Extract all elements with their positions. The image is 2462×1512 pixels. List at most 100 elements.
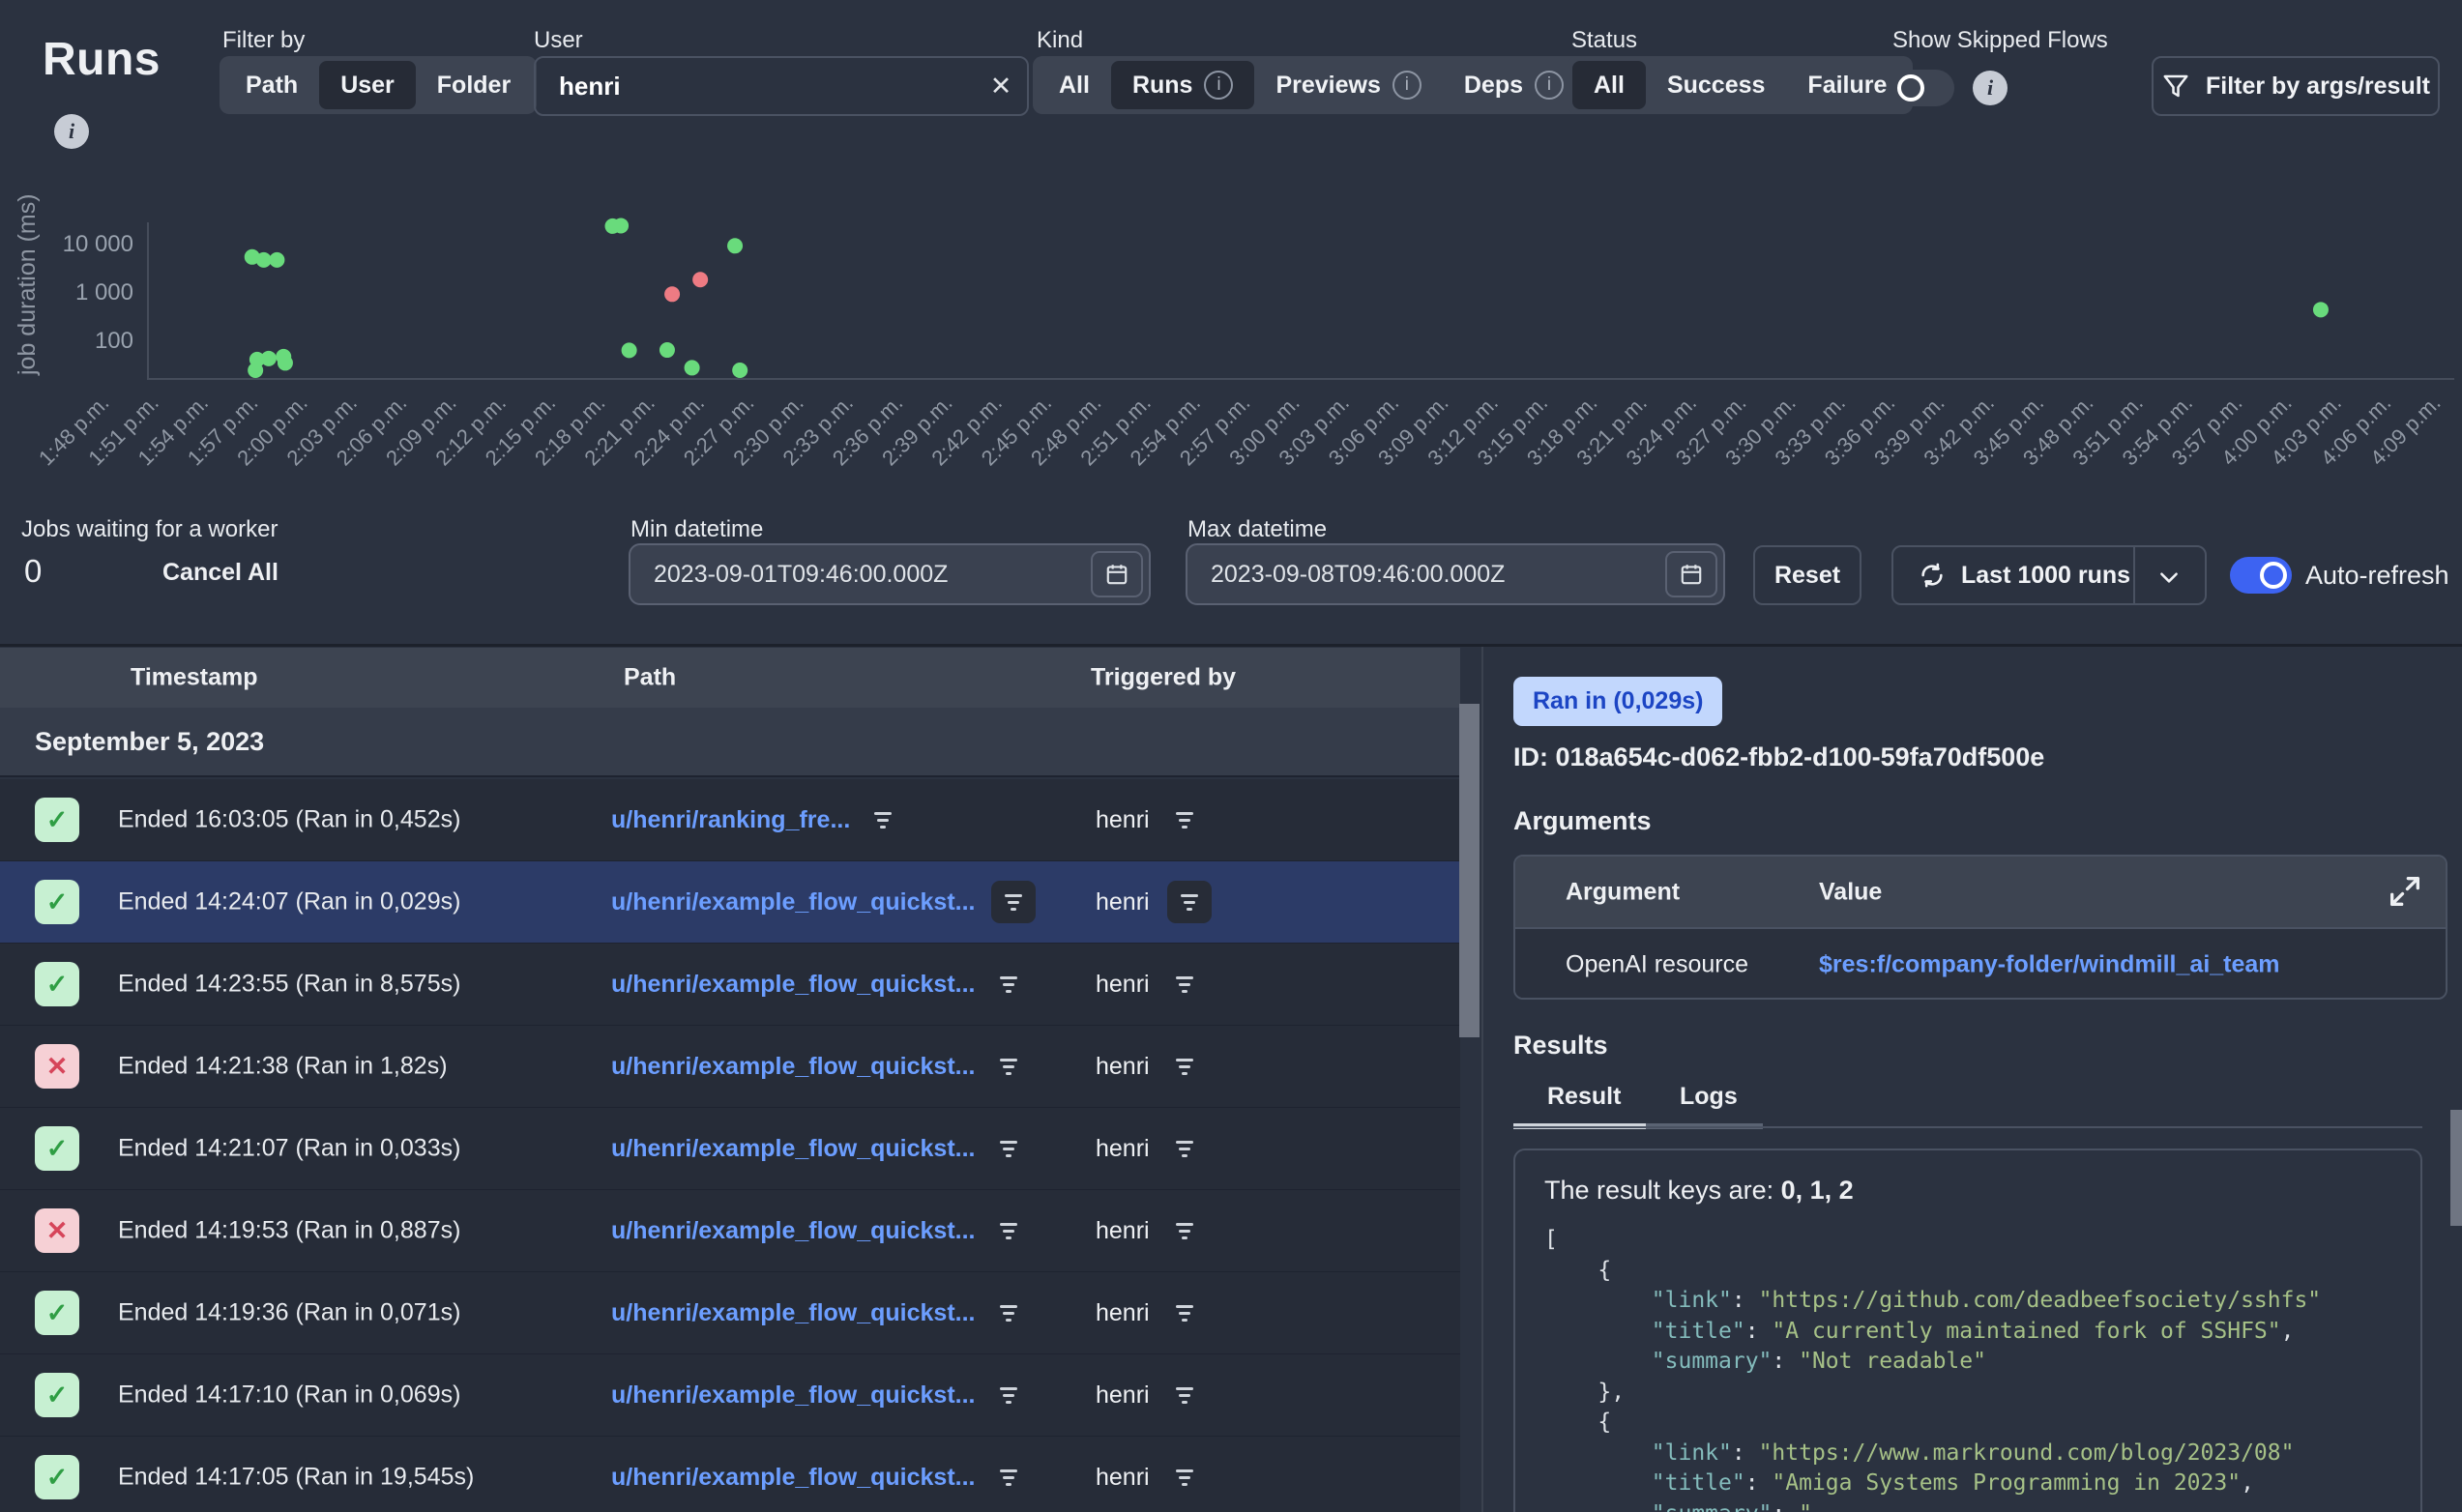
run-path-link[interactable]: u/henri/example_flow_quickst... [611, 1135, 976, 1163]
failure-run-dot[interactable] [692, 272, 708, 287]
filter-icon[interactable] [865, 802, 900, 837]
arguments-table: Argument Value OpenAI resource $res:f/co… [1513, 855, 2447, 1000]
calendar-icon [1679, 562, 1704, 587]
success-run-dot[interactable] [727, 238, 743, 253]
failure-icon: ✕ [35, 1044, 79, 1089]
table-row[interactable]: ✓Ended 14:17:05 (Ran in 19,545s)u/henri/… [0, 1437, 1460, 1512]
calendar-button[interactable] [1091, 551, 1143, 597]
filter-icon[interactable] [991, 1131, 1026, 1166]
last-runs-button[interactable]: Last 1000 runs [1891, 545, 2207, 605]
success-run-dot[interactable] [659, 342, 675, 358]
run-path-link[interactable]: u/henri/example_flow_quickst... [611, 1299, 976, 1327]
json-line: "title": "A currently maintained fork of… [1544, 1317, 2420, 1348]
filter-icon[interactable] [991, 1213, 1026, 1248]
table-row[interactable]: ✓Ended 14:19:36 (Ran in 0,071s)u/henri/e… [0, 1272, 1460, 1354]
json-line: "link": "https://github.com/deadbeefsoci… [1544, 1286, 2420, 1317]
run-path-link[interactable]: u/henri/example_flow_quickst... [611, 1217, 976, 1245]
filter-icon[interactable] [1167, 1213, 1202, 1248]
filter-icon[interactable] [991, 1049, 1026, 1084]
tab-logs[interactable]: Logs [1680, 1083, 1738, 1111]
value-col: Value [1819, 878, 1882, 906]
date-group-row: September 5, 2023 [0, 708, 1460, 777]
filter-icon[interactable] [991, 1460, 1026, 1495]
run-path-link[interactable]: u/henri/example_flow_quickst... [611, 1464, 976, 1492]
filter-icon[interactable] [991, 1378, 1026, 1412]
filter-icon[interactable] [1167, 1460, 1202, 1495]
run-timestamp: Ended 14:24:07 (Ran in 0,029s) [118, 888, 460, 916]
panel-scrollbar[interactable] [2450, 1110, 2462, 1226]
y-axis-label: job duration (ms) [14, 193, 41, 376]
success-icon: ✓ [35, 1373, 79, 1417]
max-datetime-box [1186, 543, 1725, 605]
expand-icon[interactable] [2386, 872, 2424, 911]
table-row[interactable]: ✓Ended 14:23:55 (Ran in 8,575s)u/henri/e… [0, 944, 1460, 1026]
run-path-link[interactable]: u/henri/example_flow_quickst... [611, 1053, 976, 1081]
run-timestamp: Ended 14:23:55 (Ran in 8,575s) [118, 971, 460, 999]
table-row[interactable]: ✓ Ended 14:24:07 (Ran in 0,029s) u/henri/e… [0, 861, 1460, 944]
job-duration-chart: job duration (ms)1001 00010 0001:48 p.m.… [0, 0, 2462, 541]
table-row[interactable]: ✓Ended 14:21:07 (Ran in 0,033s)u/henri/e… [0, 1108, 1460, 1190]
success-run-dot[interactable] [622, 342, 637, 358]
success-run-dot[interactable] [685, 360, 700, 375]
json-line: { [1544, 1408, 2420, 1439]
table-row[interactable]: ✓ Ended 14:17:10 (Ran in 0,069s) u/henri/e… [0, 1354, 1460, 1437]
table-row[interactable]: ✓Ended 16:03:05 (Ran in 0,452s)u/henri/r… [0, 779, 1460, 861]
filter-icon[interactable] [1167, 802, 1202, 837]
cancel-all-button[interactable]: Cancel All [162, 559, 278, 587]
auto-refresh-toggle[interactable] [2230, 557, 2292, 594]
divider [0, 644, 2462, 647]
success-run-dot[interactable] [261, 351, 277, 366]
success-icon: ✓ [35, 880, 79, 924]
triggered-by-user: henri [1096, 1135, 1150, 1163]
success-run-dot[interactable] [613, 218, 629, 233]
argument-row: OpenAI resource $res:f/company-folder/wi… [1515, 929, 2446, 1000]
success-icon: ✓ [35, 1126, 79, 1171]
success-run-dot[interactable] [2313, 302, 2329, 317]
filter-icon[interactable] [1167, 1049, 1202, 1084]
col-timestamp: Timestamp [131, 664, 258, 692]
run-path-link[interactable]: u/henri/example_flow_quickst... [611, 971, 976, 999]
filter-icon[interactable] [991, 881, 1036, 923]
arguments-title: Arguments [1513, 806, 1652, 836]
run-timestamp: Ended 14:19:53 (Ran in 0,887s) [118, 1217, 460, 1245]
runs-table-body: ✓Ended 16:03:05 (Ran in 0,452s)u/henri/r… [0, 779, 1460, 1512]
toggle-knob [2260, 562, 2287, 589]
panel-divider [1481, 647, 1483, 1512]
tab-result[interactable]: Result [1547, 1083, 1621, 1111]
run-path-link[interactable]: u/henri/example_flow_quickst... [611, 888, 976, 916]
chevron-down-icon[interactable] [2156, 565, 2182, 590]
success-run-dot[interactable] [278, 355, 293, 370]
arguments-table-header: Argument Value [1515, 857, 2446, 929]
calendar-button[interactable] [1665, 551, 1717, 597]
filter-icon[interactable] [1167, 967, 1202, 1002]
table-scrollbar[interactable] [1459, 704, 1480, 1037]
failure-run-dot[interactable] [664, 286, 680, 302]
run-path-link[interactable]: u/henri/ranking_fre... [611, 806, 850, 834]
filter-icon[interactable] [1167, 1378, 1202, 1412]
queue-count: 0 [24, 553, 42, 590]
table-header: Timestamp Path Triggered by [0, 648, 1460, 708]
filter-icon[interactable] [1167, 881, 1212, 923]
success-run-dot[interactable] [269, 252, 284, 268]
triggered-by-user: henri [1096, 1381, 1150, 1410]
success-run-dot[interactable] [732, 363, 747, 378]
triggered-by-user: henri [1096, 1217, 1150, 1245]
min-datetime-input[interactable] [630, 560, 1091, 590]
success-icon: ✓ [35, 1455, 79, 1499]
success-run-dot[interactable] [256, 252, 272, 268]
triggered-by-user: henri [1096, 971, 1150, 999]
argument-value-link[interactable]: $res:f/company-folder/windmill_ai_team [1819, 950, 2280, 978]
run-path-link[interactable]: u/henri/example_flow_quickst... [611, 1381, 976, 1410]
filter-icon[interactable] [991, 967, 1026, 1002]
reset-button[interactable]: Reset [1753, 545, 1861, 605]
filter-icon[interactable] [1167, 1295, 1202, 1330]
run-timestamp: Ended 14:21:38 (Ran in 1,82s) [118, 1053, 448, 1081]
table-row[interactable]: ✕Ended 14:19:53 (Ran in 0,887s)u/henri/e… [0, 1190, 1460, 1272]
filter-icon[interactable] [1167, 1131, 1202, 1166]
filter-icon[interactable] [991, 1295, 1026, 1330]
queue-label: Jobs waiting for a worker [21, 516, 278, 543]
min-datetime-label: Min datetime [630, 516, 763, 543]
table-row[interactable]: ✕ Ended 14:21:38 (Ran in 1,82s) u/henri/ex… [0, 1026, 1460, 1108]
max-datetime-input[interactable] [1187, 560, 1665, 590]
run-timestamp: Ended 14:17:10 (Ran in 0,069s) [118, 1381, 460, 1410]
